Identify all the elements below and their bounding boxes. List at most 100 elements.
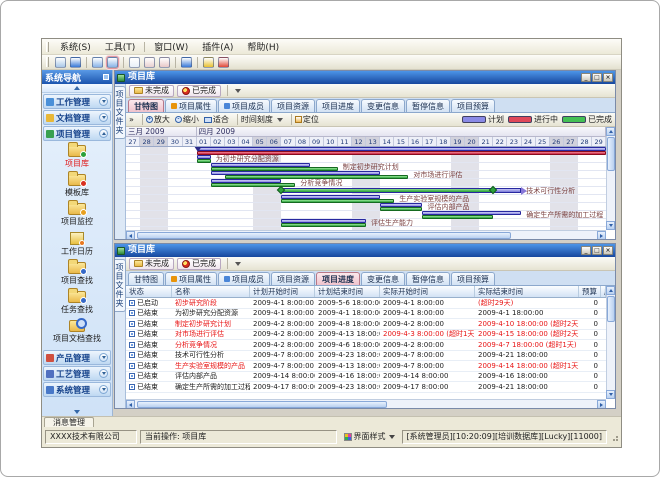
project-folder-vertical-tab[interactable]: 项目文件夹: [115, 259, 126, 312]
sidebar-item-模板库[interactable]: 模板库: [42, 172, 112, 201]
completed-filter-button[interactable]: 已完成: [177, 258, 221, 270]
gantt-row-分析竞争情况[interactable]: 分析竞争情况: [126, 179, 606, 187]
completed-filter-button[interactable]: 已完成: [177, 85, 221, 97]
sidebar-group-4[interactable]: 产品管理: [43, 350, 111, 365]
collapse-group-button[interactable]: [99, 129, 108, 138]
incomplete-filter-button[interactable]: 未完成: [129, 258, 174, 270]
sidebar-group-3[interactable]: 项目管理: [43, 126, 111, 141]
open-folder-icon[interactable]: [92, 57, 103, 68]
system-icon[interactable]: [55, 57, 66, 68]
table-row[interactable]: 已结束生产实验室规模的产品2009-4-7 8:00:002009-4-13 1…: [126, 361, 606, 372]
tab-变更信息[interactable]: 变更信息: [361, 272, 405, 285]
sidebar-group-2[interactable]: 文档管理: [43, 110, 111, 125]
scroll-thumb[interactable]: [137, 232, 511, 239]
table-row[interactable]: 已结束制定初步研究计划2009-4-2 8:00:002009-4-8 18:0…: [126, 319, 606, 330]
expand-group-button[interactable]: [99, 97, 108, 106]
table-vertical-scrollbar[interactable]: [606, 286, 615, 399]
column-header-实际开始时间[interactable]: 实际开始时间: [380, 286, 475, 297]
gantt-row-生产实验室规模的产品[interactable]: 生产实验室规模的产品: [126, 195, 606, 203]
scroll-left-button[interactable]: [126, 231, 135, 239]
globe-icon[interactable]: [70, 57, 81, 68]
lock-icon[interactable]: [203, 57, 214, 68]
window-titlebar[interactable]: 项目库 _ □ ×: [115, 244, 615, 257]
table-row[interactable]: 已启动初步研究阶段2009-4-1 8:00:002009-5-6 18:00:…: [126, 298, 606, 309]
save-folder-icon[interactable]: [107, 57, 118, 68]
tab-项目预算[interactable]: 项目预算: [451, 99, 495, 112]
gantt-row-技术可行性分析[interactable]: 技术可行性分析: [126, 187, 606, 195]
sidebar-item-项目查找[interactable]: 项目查找: [42, 260, 112, 289]
tab-项目预算[interactable]: 项目预算: [451, 272, 495, 285]
scroll-down-button[interactable]: [606, 390, 615, 399]
toolbar-grip[interactable]: [46, 57, 49, 67]
tab-甘特图[interactable]: 甘特图: [128, 99, 164, 112]
sidebar-group-1[interactable]: 工作管理: [43, 94, 111, 109]
pin-icon[interactable]: [103, 74, 109, 80]
tab-项目属性[interactable]: 项目属性: [165, 99, 217, 112]
menu-item-3[interactable]: 窗口(W): [147, 39, 195, 54]
time-scale-button[interactable]: 时间刻度: [241, 114, 283, 125]
scroll-right-button[interactable]: [597, 231, 606, 239]
table-row[interactable]: 已结束技术可行性分析2009-4-7 8:00:002009-4-23 18:0…: [126, 351, 606, 362]
gantt-horizontal-scrollbar[interactable]: [126, 230, 606, 239]
actual-bar[interactable]: [281, 223, 366, 227]
scroll-up-button[interactable]: [606, 127, 615, 136]
scroll-up-button[interactable]: [606, 286, 615, 295]
tab-项目进度[interactable]: 项目进度: [316, 99, 360, 112]
menu-grip[interactable]: [46, 42, 49, 52]
tab-项目属性[interactable]: 项目属性: [165, 272, 217, 285]
sidebar-item-项目监控[interactable]: 项目监控: [42, 201, 112, 230]
gantt-row-评估内部产品[interactable]: 评估内部产品: [126, 203, 606, 211]
form-delete-icon[interactable]: [159, 57, 170, 68]
gantt-body[interactable]: 为初步研究分配资源制定初步研究计划对市场进行评估分析竞争情况技术可行性分析生产实…: [126, 147, 606, 230]
maximize-button[interactable]: □: [592, 246, 602, 255]
minimize-button[interactable]: _: [581, 73, 591, 82]
chevron-down-icon[interactable]: [235, 262, 241, 266]
sidebar-group-5[interactable]: 工艺管理: [43, 366, 111, 381]
tab-甘特图[interactable]: 甘特图: [128, 272, 164, 285]
gantt-row-初步研究阶段[interactable]: [126, 147, 606, 155]
scroll-right-button[interactable]: [597, 400, 606, 408]
column-header-计划开始时间[interactable]: 计划开始时间: [250, 286, 315, 297]
table-row[interactable]: 已结束对市场进行评估2009-4-2 8:00:002009-4-13 18:0…: [126, 330, 606, 341]
fit-button[interactable]: 适合: [204, 114, 229, 125]
tab-变更信息[interactable]: 变更信息: [361, 99, 405, 112]
sidebar-item-项目文档查找[interactable]: 项目文档查找: [42, 318, 112, 347]
sidebar-item-工作日历[interactable]: 工作日历: [42, 230, 112, 260]
column-header-状态[interactable]: 状态: [126, 286, 172, 297]
gantt-row-制定初步研究计划[interactable]: 制定初步研究计划: [126, 163, 606, 171]
scroll-thumb[interactable]: [607, 137, 615, 171]
project-folder-vertical-tab[interactable]: 项目文件夹: [115, 86, 126, 139]
maximize-button[interactable]: □: [592, 73, 602, 82]
minimize-button[interactable]: _: [581, 246, 591, 255]
tab-暂停信息[interactable]: 暂停信息: [406, 99, 450, 112]
sidebar-item-项目库[interactable]: 项目库: [42, 143, 112, 172]
gantt-row-评估生产能力[interactable]: 评估生产能力: [126, 219, 606, 227]
gantt-row-确定生产所需的加工过程[interactable]: 确定生产所需的加工过程: [126, 211, 606, 219]
scroll-down-button[interactable]: [606, 221, 615, 230]
tab-项目进度[interactable]: 项目进度: [316, 272, 360, 285]
sidebar-group-6[interactable]: 系统管理: [43, 382, 111, 397]
summary-actual-bar[interactable]: [281, 189, 493, 192]
chevron-down-icon[interactable]: [235, 89, 241, 93]
tab-项目成员[interactable]: 项目成员: [218, 99, 270, 112]
table-row[interactable]: 已结束分析竞争情况2009-4-2 8:00:002009-4-6 18:00:…: [126, 340, 606, 351]
expand-group-button[interactable]: [99, 113, 108, 122]
tab-项目成员[interactable]: 项目成员: [218, 272, 270, 285]
tab-暂停信息[interactable]: 暂停信息: [406, 272, 450, 285]
form-icon[interactable]: [129, 57, 140, 68]
tab-项目资源[interactable]: 项目资源: [271, 99, 315, 112]
zoom-out-button[interactable]: -缩小: [175, 114, 199, 125]
menu-item-2[interactable]: 工具(T): [98, 39, 143, 54]
tab-项目资源[interactable]: 项目资源: [271, 272, 315, 285]
sidebar-item-任务查找[interactable]: 任务查找: [42, 289, 112, 318]
scroll-thumb[interactable]: [137, 401, 387, 408]
sidebar-collapse-button[interactable]: [42, 84, 112, 93]
menu-item-5[interactable]: 帮助(H): [240, 39, 286, 54]
column-header-计划结束时间[interactable]: 计划结束时间: [315, 286, 380, 297]
table-horizontal-scrollbar[interactable]: [126, 399, 606, 408]
resize-grip[interactable]: [610, 433, 618, 441]
exit-icon[interactable]: [218, 57, 229, 68]
gantt-row-为初步研究分配资源[interactable]: 为初步研究分配资源: [126, 155, 606, 163]
gantt-vertical-scrollbar[interactable]: [606, 127, 615, 230]
locate-button[interactable]: 定位: [295, 114, 319, 125]
